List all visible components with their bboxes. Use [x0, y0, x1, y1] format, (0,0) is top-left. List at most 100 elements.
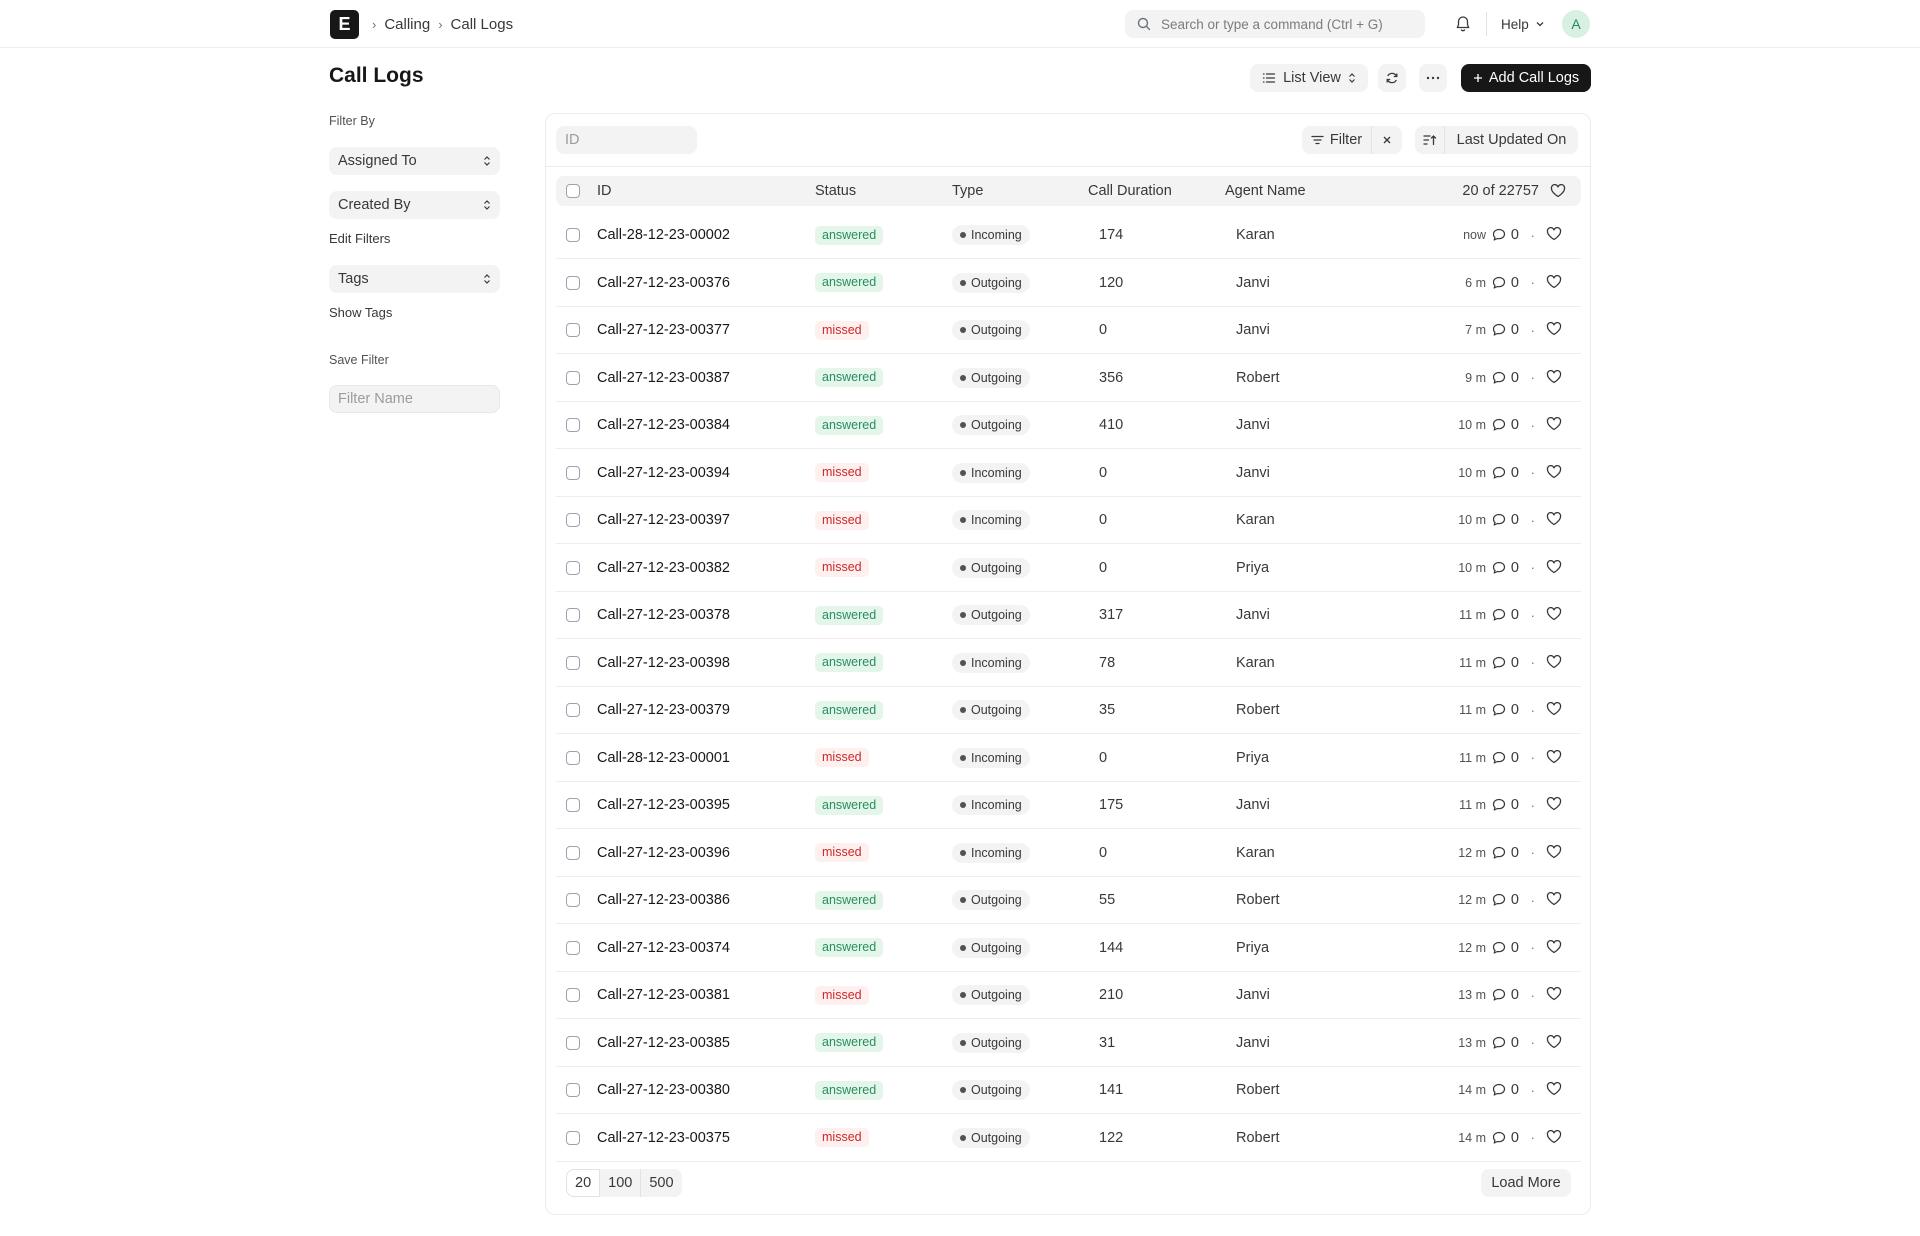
- page-size-20[interactable]: 20: [566, 1169, 601, 1197]
- table-row[interactable]: Call-27-12-23-00378 answered Outgoing 317 Ja…: [556, 592, 1581, 639]
- row-id-link[interactable]: Call-27-12-23-00377: [597, 307, 730, 353]
- table-row[interactable]: Call-27-12-23-00398 answered Incoming 78 Kar…: [556, 640, 1581, 687]
- table-row[interactable]: Call-27-12-23-00384 answered Outgoing 410 Ja…: [556, 402, 1581, 449]
- heart-icon[interactable]: [1546, 939, 1562, 954]
- table-row[interactable]: Call-27-12-23-00385 answered Outgoing 31 Jan…: [556, 1020, 1581, 1067]
- row-id-link[interactable]: Call-27-12-23-00397: [597, 497, 730, 543]
- comment-count[interactable]: 0: [1492, 877, 1519, 923]
- table-row[interactable]: Call-27-12-23-00379 answered Outgoing 35 Rob…: [556, 687, 1581, 734]
- column-header-call-duration[interactable]: Call Duration: [1088, 176, 1172, 206]
- column-header-type[interactable]: Type: [952, 176, 983, 206]
- column-header-status[interactable]: Status: [815, 176, 856, 206]
- heart-icon[interactable]: [1546, 607, 1562, 621]
- table-row[interactable]: Call-27-12-23-00386 answered Outgoing 55 Rob…: [556, 877, 1581, 924]
- row-checkbox[interactable]: [566, 1083, 580, 1097]
- breadcrumb-call-logs[interactable]: Call Logs: [451, 16, 514, 33]
- row-checkbox[interactable]: [566, 560, 580, 575]
- table-row[interactable]: Call-27-12-23-00382 missed Outgoing 0 Priya 1…: [556, 545, 1581, 592]
- comment-count[interactable]: 0: [1492, 1115, 1519, 1161]
- table-row[interactable]: Call-27-12-23-00374 answered Outgoing 144 Pr…: [556, 925, 1581, 972]
- heart-icon[interactable]: [1546, 749, 1562, 764]
- app-logo[interactable]: E: [330, 10, 359, 39]
- row-id-link[interactable]: Call-27-12-23-00396: [597, 830, 730, 876]
- heart-icon[interactable]: [1546, 654, 1562, 669]
- row-checkbox[interactable]: [566, 465, 580, 480]
- heart-icon[interactable]: [1546, 417, 1562, 431]
- comment-count[interactable]: 0: [1492, 687, 1519, 733]
- row-checkbox[interactable]: [566, 608, 580, 622]
- row-id-link[interactable]: Call-27-12-23-00398: [597, 640, 730, 686]
- sort-direction-button[interactable]: [1415, 126, 1445, 154]
- comment-count[interactable]: 0: [1492, 592, 1519, 638]
- row-id-link[interactable]: Call-27-12-23-00376: [597, 260, 730, 306]
- heart-icon[interactable]: [1546, 322, 1562, 336]
- heart-icon[interactable]: [1546, 512, 1562, 526]
- row-checkbox[interactable]: [566, 988, 580, 1002]
- table-row[interactable]: Call-27-12-23-00375 missed Outgoing 122 Robe…: [556, 1115, 1581, 1162]
- row-checkbox[interactable]: [566, 418, 580, 432]
- table-row[interactable]: Call-28-12-23-00001 missed Incoming 0 Priya 1…: [556, 735, 1581, 782]
- comment-count[interactable]: 0: [1492, 1020, 1519, 1066]
- heart-icon[interactable]: [1546, 702, 1562, 716]
- tags-select[interactable]: Tags: [329, 265, 500, 293]
- filter-name-input[interactable]: Filter Name: [329, 385, 500, 413]
- heart-icon[interactable]: [1546, 1082, 1562, 1096]
- heart-icon[interactable]: [1546, 227, 1562, 241]
- comment-count[interactable]: 0: [1492, 355, 1519, 401]
- row-checkbox[interactable]: [566, 228, 580, 242]
- comment-count[interactable]: 0: [1492, 450, 1519, 496]
- clear-filter-button[interactable]: [1372, 126, 1402, 154]
- table-row[interactable]: Call-27-12-23-00394 missed Incoming 0 Janvi 1…: [556, 450, 1581, 497]
- table-row[interactable]: Call-27-12-23-00396 missed Incoming 0 Karan 1…: [556, 830, 1581, 877]
- table-row[interactable]: Call-27-12-23-00380 answered Outgoing 141 Ro…: [556, 1067, 1581, 1114]
- row-id-link[interactable]: Call-27-12-23-00386: [597, 877, 730, 923]
- heart-icon[interactable]: [1546, 844, 1562, 859]
- heart-icon[interactable]: [1546, 559, 1562, 574]
- comment-count[interactable]: 0: [1492, 402, 1519, 448]
- heart-icon[interactable]: [1546, 797, 1562, 811]
- sort-field-selector[interactable]: Last Updated On: [1445, 126, 1578, 154]
- row-id-link[interactable]: Call-27-12-23-00387: [597, 355, 730, 401]
- column-header-agent-name[interactable]: Agent Name: [1225, 176, 1306, 206]
- search-bar[interactable]: Search or type a command (Ctrl + G): [1125, 10, 1425, 38]
- assigned-to-select[interactable]: Assigned To: [329, 147, 500, 175]
- page-size-100[interactable]: 100: [600, 1169, 642, 1197]
- comment-count[interactable]: 0: [1492, 497, 1519, 543]
- id-filter-input[interactable]: ID: [556, 126, 697, 154]
- row-id-link[interactable]: Call-27-12-23-00375: [597, 1115, 730, 1161]
- bell-icon[interactable]: [1453, 14, 1473, 34]
- user-avatar[interactable]: A: [1562, 10, 1590, 38]
- row-checkbox[interactable]: [566, 893, 580, 907]
- comment-count[interactable]: 0: [1492, 545, 1519, 591]
- page-size-500[interactable]: 500: [641, 1169, 681, 1197]
- comment-count[interactable]: 0: [1492, 830, 1519, 876]
- row-id-link[interactable]: Call-27-12-23-00384: [597, 402, 730, 448]
- table-row[interactable]: Call-27-12-23-00376 answered Outgoing 120 Ja…: [556, 260, 1581, 307]
- table-row[interactable]: Call-27-12-23-00397 missed Incoming 0 Karan 1…: [556, 497, 1581, 544]
- row-checkbox[interactable]: [566, 275, 580, 290]
- row-checkbox[interactable]: [566, 940, 580, 955]
- row-checkbox[interactable]: [566, 798, 580, 812]
- row-checkbox[interactable]: [566, 323, 580, 337]
- table-row[interactable]: Call-27-12-23-00395 answered Incoming 175 Ja…: [556, 782, 1581, 829]
- heart-icon[interactable]: [1546, 987, 1562, 1001]
- heart-icon[interactable]: [1546, 464, 1562, 479]
- heart-icon[interactable]: [1546, 892, 1562, 906]
- comment-count[interactable]: 0: [1492, 1067, 1519, 1113]
- table-row[interactable]: Call-27-12-23-00377 missed Outgoing 0 Janvi 7…: [556, 307, 1581, 354]
- show-tags-link[interactable]: Show Tags: [329, 305, 392, 320]
- comment-count[interactable]: 0: [1492, 212, 1519, 258]
- row-id-link[interactable]: Call-27-12-23-00378: [597, 592, 730, 638]
- load-more-button[interactable]: Load More: [1481, 1169, 1571, 1197]
- row-checkbox[interactable]: [566, 1130, 580, 1145]
- filter-button[interactable]: Filter: [1302, 126, 1372, 154]
- column-header-id[interactable]: ID: [597, 176, 612, 206]
- comment-count[interactable]: 0: [1492, 307, 1519, 353]
- row-checkbox[interactable]: [566, 655, 580, 670]
- comment-count[interactable]: 0: [1492, 972, 1519, 1018]
- help-dropdown[interactable]: Help: [1501, 0, 1545, 48]
- row-id-link[interactable]: Call-27-12-23-00374: [597, 925, 730, 971]
- heart-icon[interactable]: [1546, 1129, 1562, 1144]
- table-row[interactable]: Call-28-12-23-00002 answered Incoming 174 Ka…: [556, 212, 1581, 259]
- heart-icon[interactable]: [1550, 184, 1566, 198]
